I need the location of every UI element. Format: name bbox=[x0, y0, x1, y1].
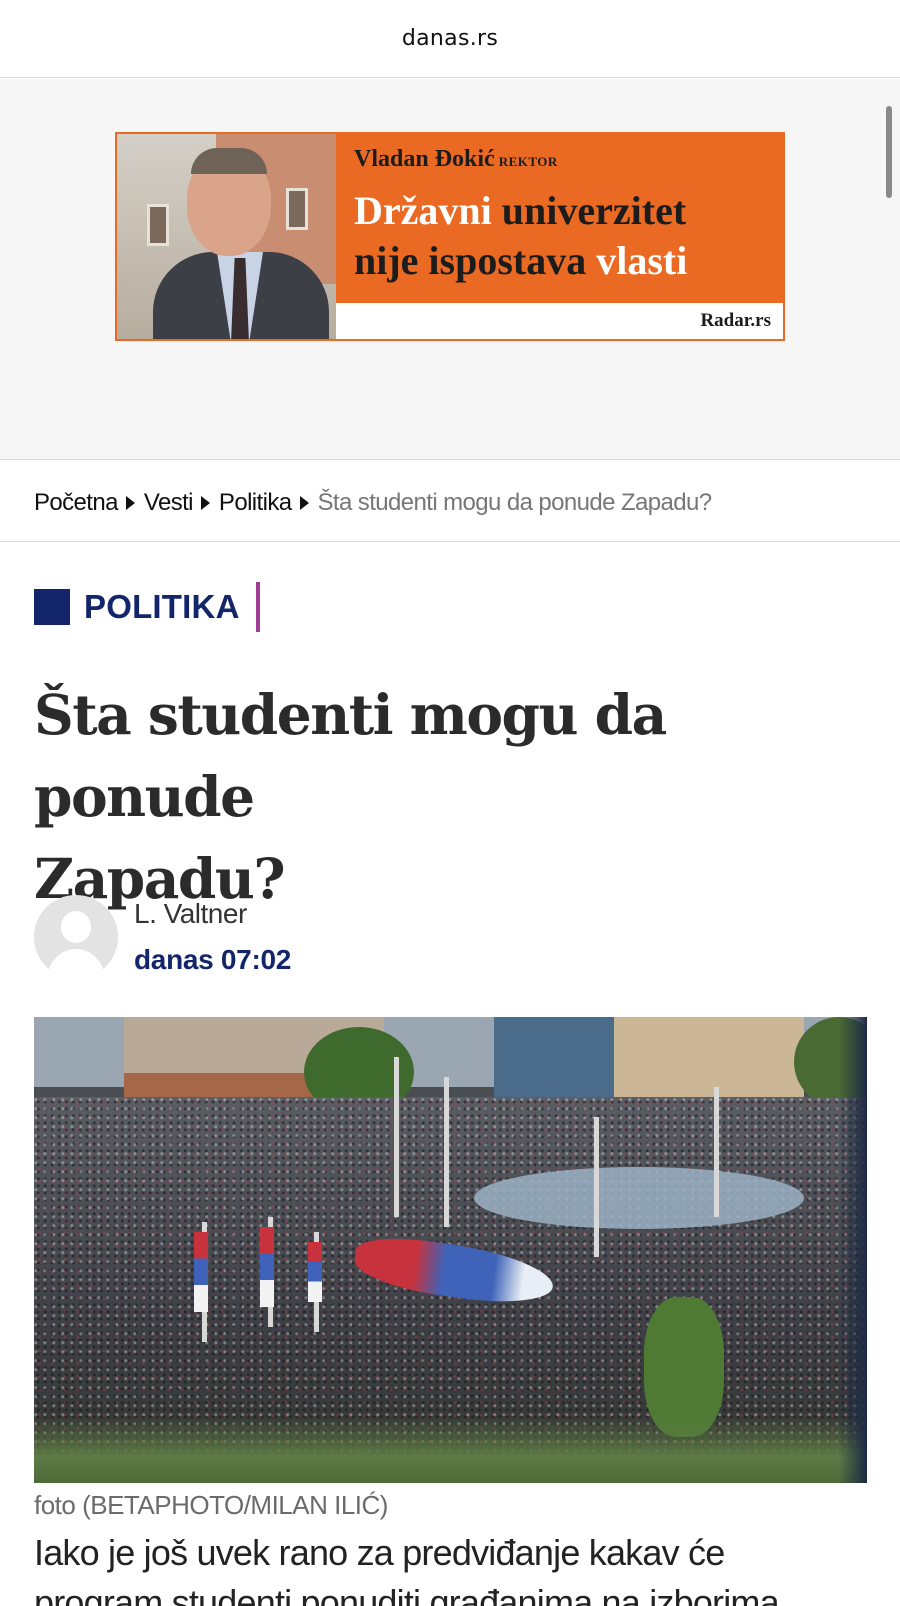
ad-person-name: Vladan Đokić bbox=[354, 146, 495, 172]
ad-person-role: REKTOR bbox=[498, 154, 558, 169]
category-label: POLITIKA bbox=[84, 588, 240, 625]
breadcrumb-arrow-icon bbox=[299, 496, 309, 510]
divider bbox=[0, 541, 900, 542]
breadcrumb-vesti-link[interactable]: Vesti bbox=[144, 489, 194, 517]
browser-url-bar[interactable]: danas.rs bbox=[0, 0, 900, 78]
article-photo[interactable] bbox=[34, 1017, 867, 1483]
category-square-icon bbox=[34, 589, 70, 625]
breadcrumb: Početna Vesti Politika Šta studenti mogu… bbox=[34, 486, 712, 520]
breadcrumb-arrow-icon bbox=[125, 496, 135, 510]
breadcrumb-arrow-icon bbox=[200, 496, 210, 510]
photo-caption: foto (BETAPHOTO/MILAN ILIĆ) bbox=[34, 1490, 388, 1520]
breadcrumb-current: Šta studenti mogu da ponude Zapadu? bbox=[317, 489, 713, 516]
article-lead: Iako je još uvek rano za predviđanje kak… bbox=[34, 1532, 780, 1606]
category-tag[interactable]: POLITIKA bbox=[34, 582, 260, 632]
breadcrumb-politika-link[interactable]: Politika bbox=[219, 489, 292, 517]
ad-headline: Državni univerzitet nije ispostava vlast… bbox=[354, 188, 688, 283]
author-name[interactable]: L. Valtner bbox=[134, 898, 247, 930]
publish-date: danas 07:02 bbox=[134, 944, 292, 975]
category-accent-bar bbox=[255, 582, 260, 632]
article-title: Šta studenti mogu da ponude Zapadu? bbox=[34, 682, 667, 911]
author-avatar[interactable] bbox=[34, 895, 118, 979]
breadcrumb-home-link[interactable]: Početna bbox=[34, 489, 118, 517]
url-text: danas.rs bbox=[401, 26, 499, 51]
ad-brand-logo: Radar.rs bbox=[700, 310, 771, 331]
ad-portrait-photo bbox=[117, 134, 336, 339]
scrollbar[interactable] bbox=[886, 106, 892, 198]
ad-banner[interactable]: Vladan Đokić REKTOR Državni univerzitet n… bbox=[115, 132, 785, 341]
